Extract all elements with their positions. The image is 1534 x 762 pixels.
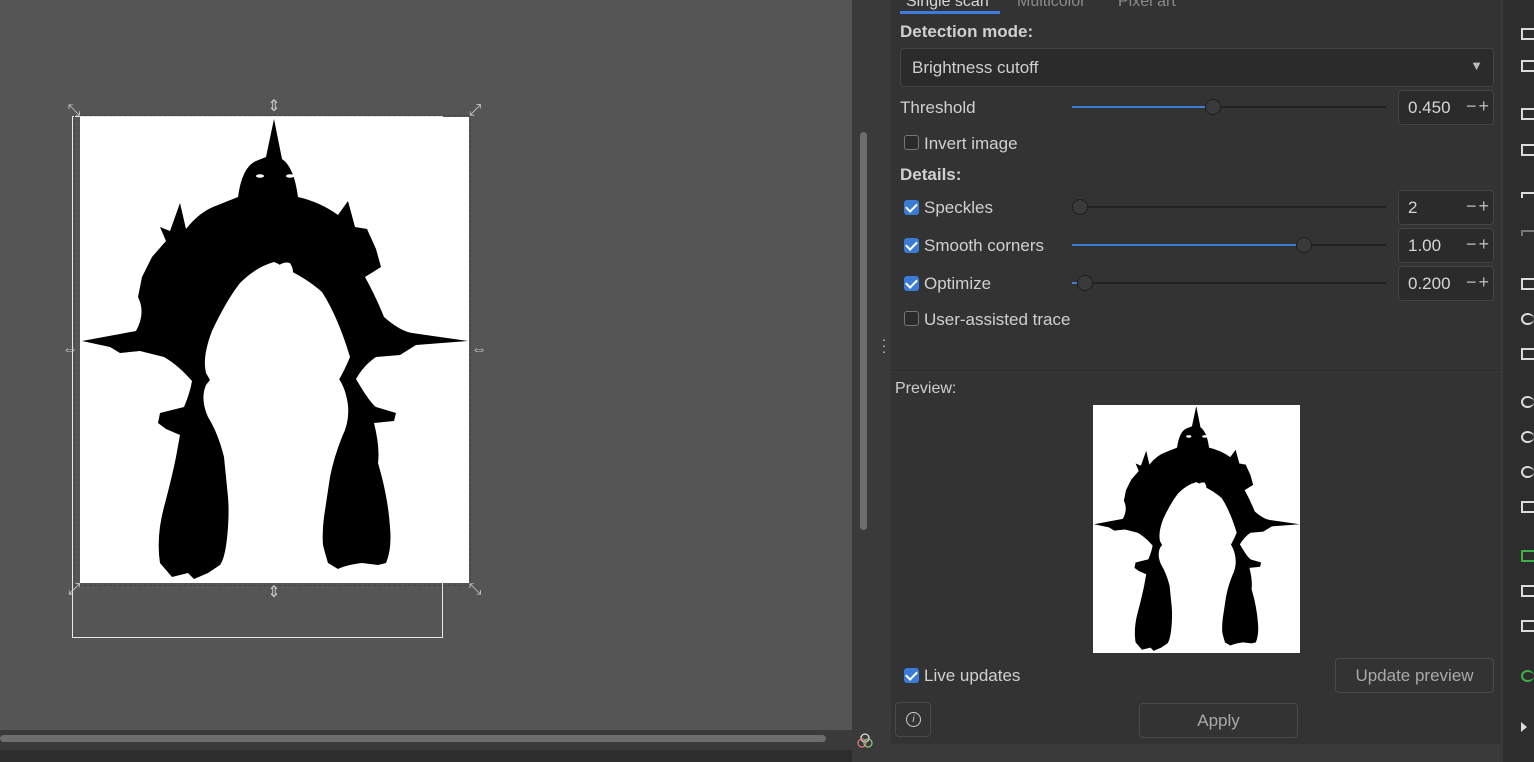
threshold-spinbox[interactable]: 0.450 −+ (1398, 90, 1494, 125)
optimize-value[interactable]: 0.200 (1408, 274, 1451, 294)
slider-knob[interactable] (1076, 275, 1093, 291)
preview-silhouette (1094, 406, 1300, 653)
apply-button[interactable]: Apply (1139, 703, 1298, 738)
selection-dashed-box (74, 115, 471, 586)
optimize-slider[interactable] (1072, 275, 1386, 291)
tab-multicolor[interactable]: Multicolor (1017, 0, 1085, 11)
user-assisted-trace-checkbox[interactable] (904, 311, 919, 326)
zoom-selection-icon[interactable] (1521, 396, 1534, 408)
color-management-icon[interactable] (855, 731, 875, 751)
detection-mode-select[interactable]: Brightness cutoff ▼ (900, 48, 1494, 87)
threshold-slider[interactable] (1072, 99, 1386, 115)
optimize-spinbox[interactable]: 0.200 −+ (1398, 266, 1494, 301)
unlink-clone-icon[interactable] (1521, 620, 1534, 632)
live-updates-label[interactable]: Live updates (924, 666, 1020, 686)
speckles-value[interactable]: 2 (1408, 198, 1417, 218)
status-strip (0, 750, 852, 762)
optimize-checkbox[interactable] (904, 276, 919, 291)
smooth-corners-label[interactable]: Smooth corners (924, 236, 1044, 256)
zoom-page-width-icon[interactable] (1521, 501, 1534, 513)
import-icon[interactable] (1521, 108, 1534, 120)
stepper-icon[interactable]: −+ (1466, 96, 1491, 117)
print-icon[interactable] (1521, 60, 1534, 72)
resize-handle-left-icon[interactable]: ⇔ (62, 342, 78, 358)
resize-handle-bottom-icon[interactable]: ⇕ (266, 585, 282, 601)
clone-icon[interactable] (1521, 585, 1534, 597)
speckles-checkbox[interactable] (904, 200, 919, 215)
detection-mode-value: Brightness cutoff (912, 58, 1039, 77)
save-icon[interactable] (1521, 28, 1534, 40)
active-tab-indicator (900, 11, 1000, 14)
panel-resize-handle-icon[interactable]: · · · (880, 332, 888, 358)
resize-handle-right-icon[interactable]: ⇔ (471, 342, 487, 358)
detection-mode-heading: Detection mode: (900, 22, 1034, 41)
info-button[interactable]: i (895, 702, 931, 737)
speckles-label[interactable]: Speckles (924, 198, 993, 218)
resize-handle-bottom-right-icon[interactable]: ⤡ (467, 582, 483, 598)
zoom-page-icon[interactable] (1521, 466, 1534, 478)
export-icon[interactable] (1521, 144, 1534, 156)
preview-image (1093, 405, 1300, 653)
tab-pixel-art[interactable]: Pixel art (1118, 0, 1176, 11)
stepper-icon[interactable]: −+ (1466, 234, 1491, 255)
horizontal-scrollbar[interactable] (0, 735, 826, 742)
resize-handle-bottom-left-icon[interactable]: ⤢ (66, 582, 82, 598)
speckles-slider[interactable] (1072, 199, 1386, 215)
smooth-corners-slider[interactable] (1072, 237, 1386, 253)
stepper-icon[interactable]: −+ (1466, 196, 1491, 217)
live-updates-checkbox[interactable] (904, 668, 919, 683)
smooth-corners-checkbox[interactable] (904, 238, 919, 253)
undo-icon[interactable] (1521, 192, 1534, 198)
paste-icon[interactable] (1521, 348, 1534, 360)
resize-handle-top-icon[interactable]: ⇕ (266, 99, 282, 115)
tab-single-scan[interactable]: Single scan (906, 0, 989, 11)
details-heading: Details: (900, 165, 962, 184)
speckles-spinbox[interactable]: 2 −+ (1398, 190, 1494, 225)
stepper-icon[interactable]: −+ (1466, 272, 1491, 293)
chevron-down-icon: ▼ (1470, 58, 1483, 73)
threshold-value[interactable]: 0.450 (1408, 98, 1451, 118)
smooth-corners-spinbox[interactable]: 1.00 −+ (1398, 228, 1494, 263)
update-preview-button[interactable]: Update preview (1335, 658, 1494, 693)
threshold-label: Threshold (900, 98, 976, 117)
optimize-label[interactable]: Optimize (924, 274, 991, 294)
info-icon: i (906, 712, 921, 727)
resize-handle-top-left-icon[interactable]: ⤡ (66, 103, 82, 119)
slider-knob[interactable] (1205, 99, 1222, 115)
copy-icon[interactable] (1521, 278, 1534, 290)
redo-icon[interactable] (1521, 230, 1534, 236)
zoom-drawing-icon[interactable] (1521, 431, 1534, 443)
preview-label: Preview: (895, 380, 957, 397)
smooth-corners-value[interactable]: 1.00 (1408, 236, 1441, 256)
resize-handle-top-right-icon[interactable]: ⤢ (467, 103, 483, 119)
slider-knob[interactable] (1296, 237, 1313, 253)
user-assisted-trace-label[interactable]: User-assisted trace (924, 310, 1070, 330)
invert-image-label[interactable]: Invert image (924, 134, 1018, 154)
vertical-scrollbar[interactable] (860, 132, 867, 530)
slider-knob[interactable] (1072, 199, 1088, 215)
select-original-icon[interactable] (1521, 670, 1534, 682)
cut-icon[interactable] (1521, 313, 1534, 325)
invert-image-checkbox[interactable] (904, 135, 919, 150)
toolbar-more-icon[interactable] (1521, 722, 1532, 732)
duplicate-icon[interactable] (1521, 550, 1534, 562)
